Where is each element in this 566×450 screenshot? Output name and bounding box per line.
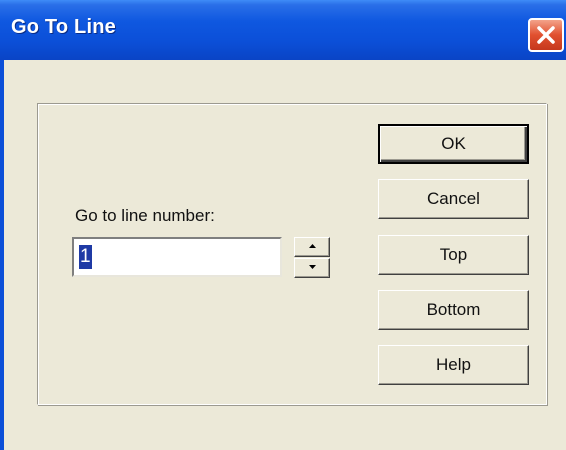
bottom-button[interactable]: Bottom (378, 290, 529, 330)
top-button[interactable]: Top (378, 235, 529, 275)
up-arrow-icon (309, 244, 316, 248)
line-number-value: 1 (79, 245, 92, 269)
window-title: Go To Line (11, 16, 116, 38)
cancel-button[interactable]: Cancel (378, 179, 529, 219)
line-number-label: Go to line number: (75, 206, 215, 225)
close-button[interactable] (528, 18, 564, 52)
ok-button[interactable]: OK (378, 124, 529, 164)
help-button[interactable]: Help (378, 345, 529, 385)
spinner-up-button[interactable] (294, 237, 330, 257)
window-frame-left (0, 60, 4, 450)
title-bar[interactable]: Go To Line (0, 0, 566, 60)
down-arrow-icon (309, 265, 316, 269)
spinner-down-button[interactable] (294, 258, 330, 278)
line-number-input[interactable]: 1 (72, 237, 282, 277)
close-icon (537, 26, 555, 44)
